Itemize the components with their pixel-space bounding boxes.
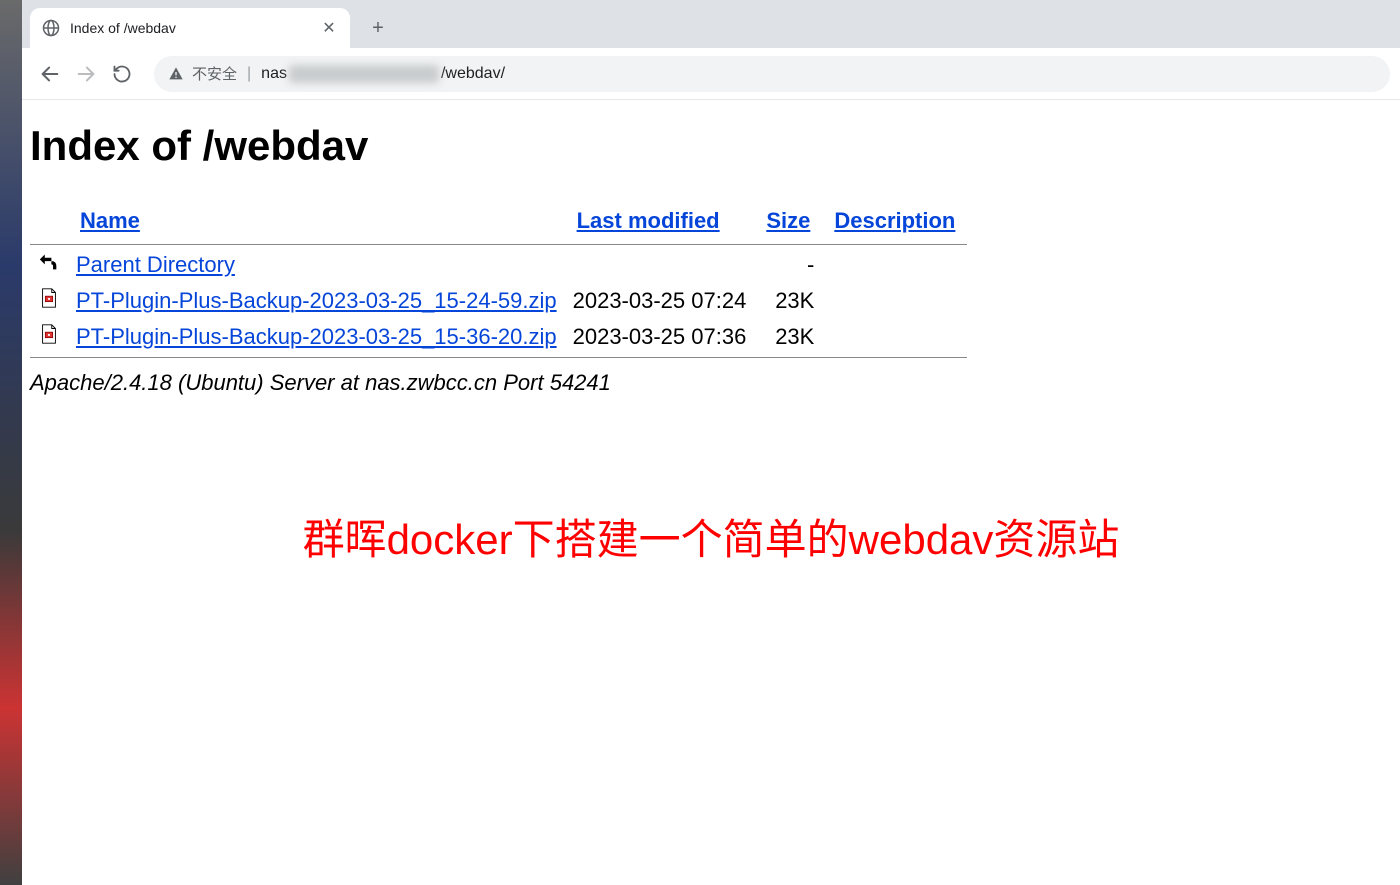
address-separator: | (247, 65, 251, 83)
directory-listing: Name Last modified Size Description Pare… (30, 200, 967, 360)
zip-file-icon (30, 283, 68, 319)
security-indicator[interactable]: 不安全 (168, 63, 237, 84)
background-edge (0, 0, 22, 885)
zip-file-icon (30, 319, 68, 355)
file-date: 2023-03-25 07:24 (565, 283, 755, 319)
page-title: Index of /webdav (30, 122, 1392, 170)
server-footer: Apache/2.4.18 (Ubuntu) Server at nas.zwb… (30, 370, 1392, 396)
file-date: 2023-03-25 07:36 (565, 319, 755, 355)
address-url: nas /webdav/ (261, 65, 505, 83)
table-row: PT-Plugin-Plus-Backup-2023-03-25_15-36-2… (30, 319, 967, 355)
url-suffix: /webdav/ (441, 65, 505, 83)
file-link[interactable]: PT-Plugin-Plus-Backup-2023-03-25_15-24-5… (76, 288, 557, 313)
forward-button[interactable] (68, 56, 104, 92)
page-content: Index of /webdav Name Last modified Size… (22, 100, 1400, 589)
tab-bar: Index of /webdav ✕ + (22, 0, 1400, 48)
header-description[interactable]: Description (834, 208, 955, 233)
reload-button[interactable] (104, 56, 140, 92)
browser-chrome: Index of /webdav ✕ + (22, 0, 1400, 100)
url-redacted (289, 65, 439, 83)
parent-directory-row: Parent Directory - (30, 247, 967, 283)
overlay-caption: 群晖docker下搭建一个简单的webdav资源站 (30, 506, 1392, 567)
header-name[interactable]: Name (80, 208, 140, 233)
back-arrow-icon (30, 247, 68, 283)
warning-icon (168, 66, 184, 82)
table-header-row: Name Last modified Size Description (30, 200, 967, 242)
file-size: 23K (754, 319, 822, 355)
parent-size: - (754, 247, 822, 283)
security-label: 不安全 (192, 63, 237, 84)
browser-tab[interactable]: Index of /webdav ✕ (30, 8, 350, 48)
globe-icon (42, 19, 60, 37)
new-tab-button[interactable]: + (362, 12, 394, 44)
header-size[interactable]: Size (766, 208, 810, 233)
parent-directory-link[interactable]: Parent Directory (76, 252, 235, 277)
tab-title: Index of /webdav (70, 20, 320, 36)
file-size: 23K (754, 283, 822, 319)
address-bar[interactable]: 不安全 | nas /webdav/ (154, 56, 1390, 92)
toolbar: 不安全 | nas /webdav/ (22, 48, 1400, 100)
table-row: PT-Plugin-Plus-Backup-2023-03-25_15-24-5… (30, 283, 967, 319)
header-last-modified[interactable]: Last modified (577, 208, 720, 233)
file-link[interactable]: PT-Plugin-Plus-Backup-2023-03-25_15-36-2… (76, 324, 557, 349)
url-prefix: nas (261, 65, 287, 83)
close-icon[interactable]: ✕ (320, 19, 338, 37)
back-button[interactable] (32, 56, 68, 92)
